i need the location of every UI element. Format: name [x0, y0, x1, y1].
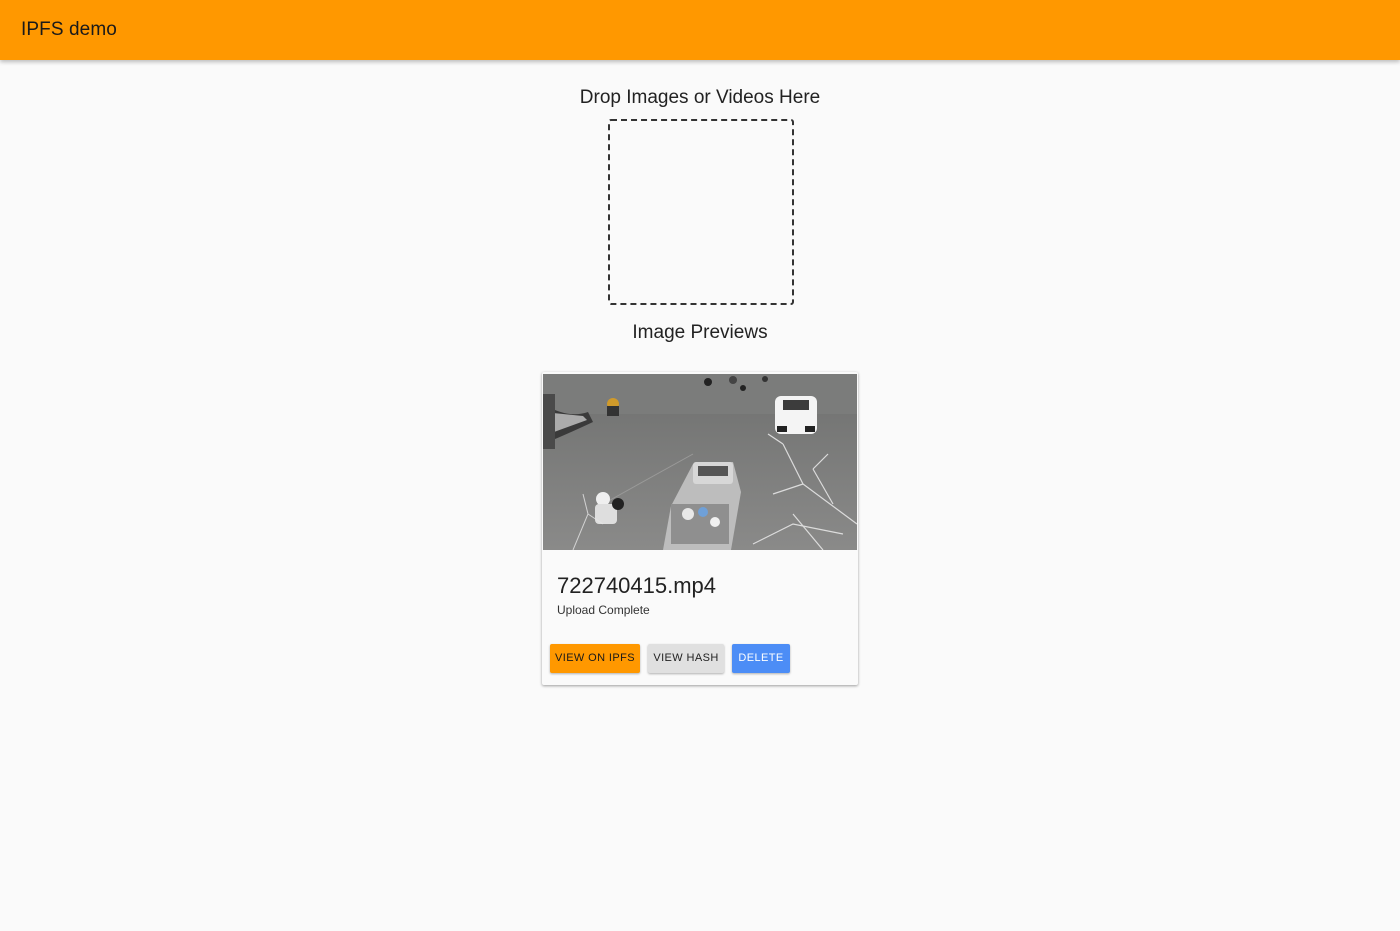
file-name: 722740415.mp4 — [557, 573, 717, 598]
upload-status: Upload Complete — [557, 603, 650, 617]
file-dropzone[interactable] — [608, 119, 794, 305]
app-bar: IPFS demo — [0, 0, 1400, 60]
view-on-ipfs-button[interactable]: VIEW ON IPFS — [550, 644, 640, 673]
view-hash-button[interactable]: VIEW HASH — [648, 644, 724, 673]
dropzone-heading: Drop Images or Videos Here — [579, 87, 821, 108]
road-scene-image — [543, 374, 857, 550]
previews-heading: Image Previews — [632, 322, 768, 343]
video-thumbnail[interactable] — [543, 374, 857, 550]
delete-button[interactable]: DELETE — [732, 644, 790, 673]
app-title: IPFS demo — [21, 19, 117, 40]
preview-card: 722740415.mp4 Upload Complete VIEW ON IP… — [542, 372, 858, 685]
